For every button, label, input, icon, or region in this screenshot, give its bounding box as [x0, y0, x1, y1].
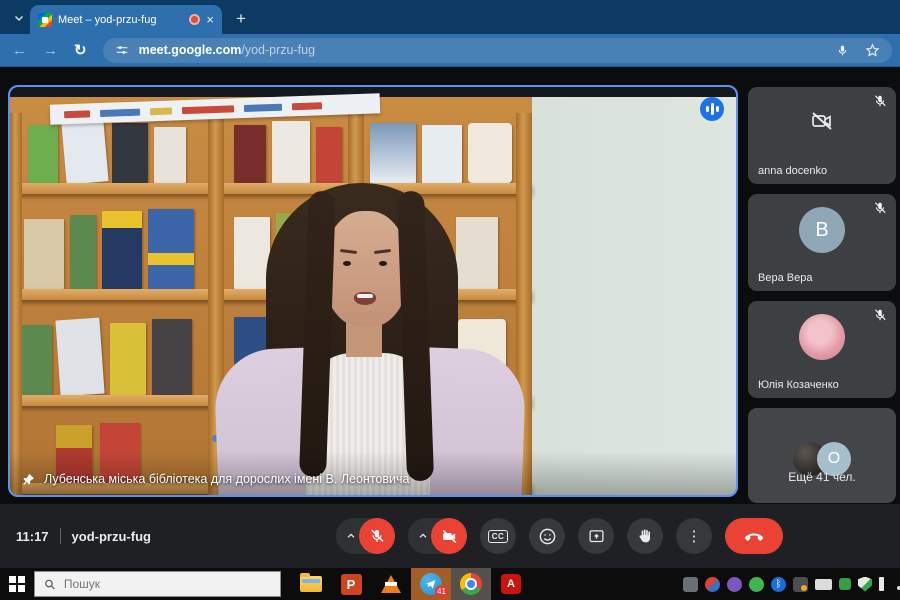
more-options-icon: ⋮	[686, 528, 702, 545]
hand-icon	[639, 529, 651, 543]
more-options-button[interactable]: ⋮	[676, 518, 712, 554]
end-call-icon	[744, 533, 764, 541]
taskbar-search[interactable]	[34, 571, 281, 597]
powerpoint-button[interactable]: P	[331, 568, 371, 600]
meet-favicon-icon	[38, 12, 52, 27]
main-video-tile[interactable]: Лубенська міська бібліотека для дорослих…	[8, 85, 738, 497]
chrome-icon	[460, 573, 482, 595]
shelf-post	[10, 113, 22, 495]
folder-icon	[300, 573, 322, 592]
windows-taskbar: P 41 A ᛒ	[0, 568, 900, 600]
notification-badge: 41	[435, 585, 448, 598]
defender-shield-icon[interactable]	[858, 576, 872, 592]
camera-off-button[interactable]	[431, 518, 467, 554]
tab-search-chevron-icon[interactable]	[6, 7, 32, 29]
forward-icon[interactable]: →	[43, 43, 58, 58]
mic-off-button[interactable]	[359, 518, 395, 554]
camera-off-icon	[812, 112, 832, 130]
camera-control[interactable]	[408, 518, 467, 554]
tab-strip: Meet – yod-przu-fug × +	[0, 0, 900, 34]
tab-title: Meet – yod-przu-fug	[58, 13, 157, 26]
wifi-icon[interactable]	[891, 578, 900, 590]
meet-control-bar: 11:17 yod-przu-fug CC ⋮	[0, 504, 900, 568]
participant-tile[interactable]: anna docenko	[748, 87, 896, 184]
participant-name: Юлія Козаченко	[758, 379, 839, 391]
call-controls: CC ⋮	[336, 518, 783, 554]
audio-indicator-icon	[700, 97, 724, 121]
speaker-face	[324, 211, 408, 327]
present-screen-button[interactable]	[578, 518, 614, 554]
reload-icon[interactable]: ↻	[74, 43, 87, 58]
meeting-info: 11:17 yod-przu-fug	[16, 528, 151, 544]
cc-icon: CC	[487, 529, 509, 543]
mic-options-chevron-icon[interactable]	[343, 531, 359, 541]
mic-off-icon	[874, 202, 886, 214]
raise-hand-button[interactable]	[627, 518, 663, 554]
shelf-board	[10, 183, 532, 194]
meeting-code: yod-przu-fug	[71, 528, 151, 544]
present-icon	[588, 529, 604, 542]
end-call-button[interactable]	[725, 518, 783, 554]
mic-off-icon	[874, 309, 886, 321]
captions-button[interactable]: CC	[480, 518, 516, 554]
recording-indicator-icon	[189, 14, 201, 25]
tray-app-icon[interactable]	[839, 578, 851, 590]
meet-stage: Лубенська міська бібліотека для дорослих…	[0, 67, 900, 568]
camera-options-chevron-icon[interactable]	[415, 531, 431, 541]
smiley-icon	[539, 528, 555, 544]
browser-window: Meet – yod-przu-fug × + ← → ↻ meet.googl…	[0, 0, 900, 600]
system-tray: ᛒ	[683, 576, 900, 592]
tray-app-icon[interactable]	[683, 576, 698, 592]
divider	[59, 528, 61, 544]
browser-tab[interactable]: Meet – yod-przu-fug ×	[30, 5, 222, 34]
participant-name: Вера Вера	[758, 272, 813, 284]
vlc-button[interactable]	[371, 568, 411, 600]
speaker-eye	[379, 261, 387, 266]
speaker-mouth	[354, 292, 376, 305]
vlc-cone-icon	[381, 575, 401, 593]
new-tab-button[interactable]: +	[230, 8, 252, 30]
whatsapp-icon[interactable]	[749, 576, 764, 592]
bookmark-star-icon[interactable]	[865, 43, 880, 58]
display-icon[interactable]	[815, 578, 832, 590]
voice-search-icon[interactable]	[836, 44, 849, 57]
participant-tile[interactable]: Юлія Козаченко	[748, 301, 896, 398]
tray-app-icon[interactable]	[705, 576, 720, 592]
windows-logo-icon	[9, 576, 25, 592]
search-icon	[45, 579, 55, 589]
viber-icon[interactable]	[727, 576, 742, 592]
overflow-tile[interactable]: О Ещё 41 чел.	[748, 408, 896, 503]
tray-app-icon[interactable]	[793, 576, 808, 592]
powerpoint-icon: P	[340, 573, 362, 595]
mic-control[interactable]	[336, 518, 395, 554]
avatar: В	[799, 207, 845, 253]
overflow-count-label: Ещё 41 чел.	[788, 470, 856, 484]
start-button[interactable]	[0, 568, 34, 600]
usb-icon[interactable]	[879, 576, 884, 591]
search-input[interactable]	[63, 577, 271, 591]
back-icon[interactable]: ←	[12, 43, 27, 58]
caption-text: Лубенська міська бібліотека для дорослих…	[44, 472, 410, 486]
clock-time: 11:17	[16, 528, 49, 544]
acrobat-icon: A	[501, 574, 521, 594]
avatar-photo	[799, 314, 845, 360]
address-bar[interactable]: meet.google.com/yod-przu-fug	[102, 37, 892, 63]
url-text: meet.google.com/yod-przu-fug	[138, 43, 316, 57]
file-explorer-button[interactable]	[291, 568, 331, 600]
telegram-button[interactable]: 41	[411, 568, 451, 600]
speaker-eye	[343, 261, 351, 266]
tab-close-icon[interactable]: ×	[206, 13, 214, 26]
pin-icon	[23, 473, 34, 485]
participant-tile[interactable]: В Вера Вера	[748, 194, 896, 291]
site-info-icon[interactable]	[115, 43, 129, 57]
bluetooth-icon[interactable]: ᛒ	[771, 576, 786, 592]
book-row	[10, 115, 532, 185]
chrome-button[interactable]	[451, 568, 491, 600]
mic-off-icon	[874, 95, 886, 107]
participant-name: anna docenko	[758, 165, 828, 177]
browser-toolbar: ← → ↻ meet.google.com/yod-przu-fug	[0, 34, 900, 67]
pinned-participant-caption: Лубенська міська бібліотека для дорослих…	[22, 472, 409, 486]
reactions-button[interactable]	[529, 518, 565, 554]
acrobat-button[interactable]: A	[491, 568, 531, 600]
